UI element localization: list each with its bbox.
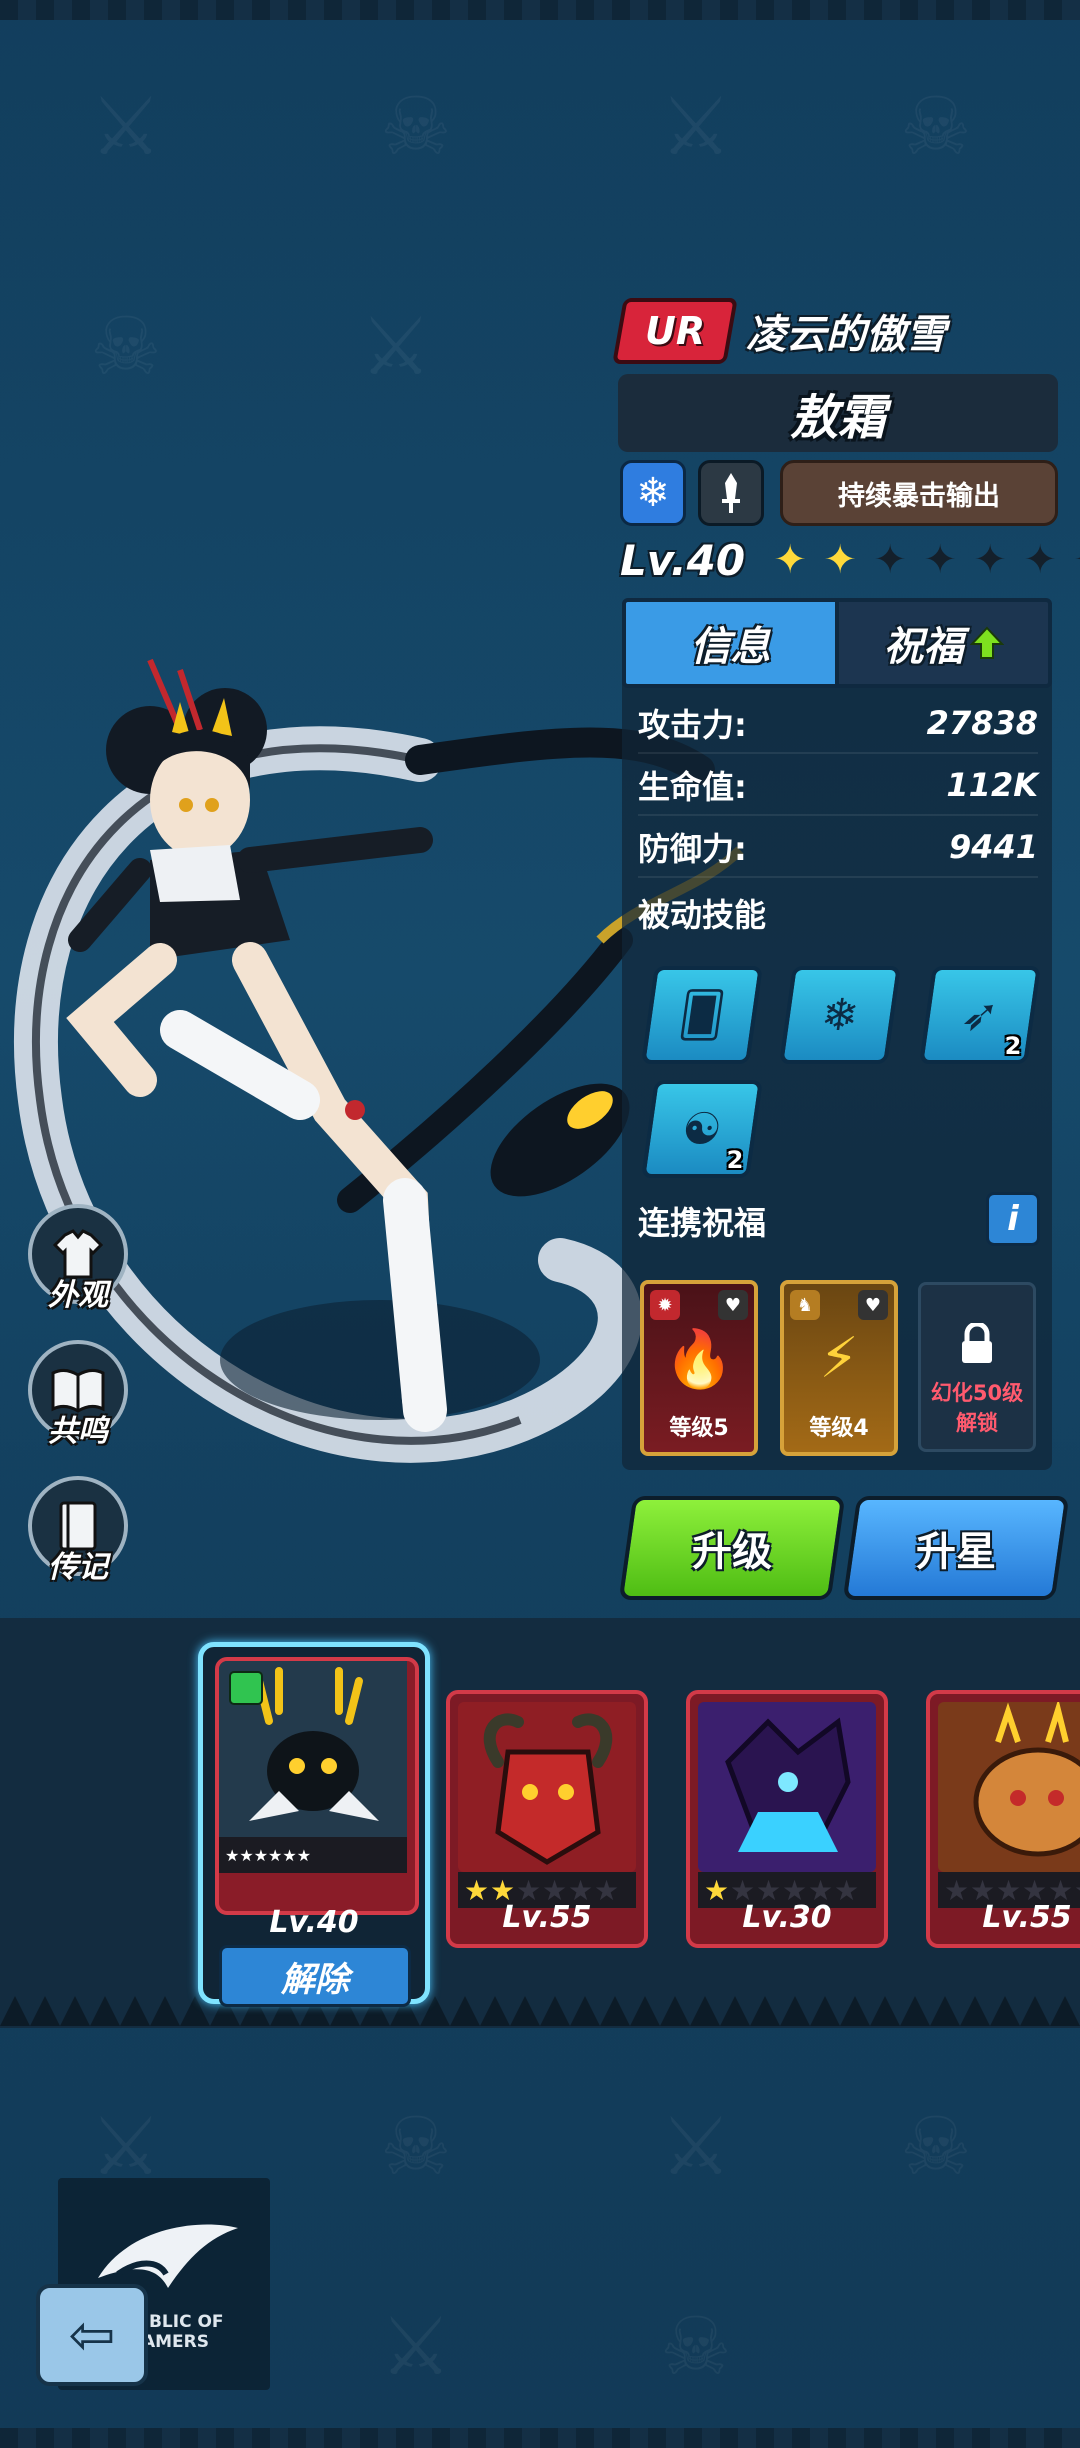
outfit-button[interactable]: 外观 [28, 1204, 128, 1314]
star-icon: ★ [268, 1845, 283, 1865]
bg-pattern-icon: ⚔ [90, 80, 162, 173]
resonance-label: 共鸣 [48, 1414, 108, 1449]
heart-badge-icon: ♥ [718, 1290, 748, 1320]
hero-title-row: UR 凌云的傲雪 [612, 298, 946, 364]
star-icon: ✦ [823, 537, 857, 583]
hero-title: 凌云的傲雪 [746, 312, 946, 358]
lightning-orb-icon: ⚡ [819, 1326, 859, 1391]
cards-icon[interactable]: 🂠 [641, 966, 763, 1064]
star-icon: ✦ [1065, 537, 1080, 583]
hero-name: 敖霜 [789, 390, 886, 446]
snowflake-icon: ❄ [620, 460, 686, 526]
team-badge-icon [229, 1671, 263, 1705]
biography-label: 传记 [48, 1550, 108, 1585]
resonance-button[interactable]: 共鸣 [28, 1340, 128, 1450]
pumpkin-beast-icon [938, 1702, 1080, 1872]
selected-pet-card[interactable]: ★ ★ ★ ★ ★ ★ Lv.40 解除 [198, 1642, 430, 2007]
blessing-card-fire[interactable]: ✹ ♥ 🔥 等级5 [640, 1280, 758, 1456]
bg-pattern-icon: ⚔ [380, 2300, 452, 2393]
star-icon: ✦ [973, 537, 1007, 583]
locked-blessing-slot[interactable]: 幻化50级 解锁 [918, 1282, 1036, 1452]
blessing-card-lightning[interactable]: ♞ ♥ ⚡ 等级4 [780, 1280, 898, 1456]
snowflake-icon[interactable]: ❄ [779, 966, 901, 1064]
pet-card[interactable]: ★★★★★★ Lv.55 [446, 1690, 648, 1948]
heart-badge-icon: ♥ [858, 1290, 888, 1320]
sword-icon [698, 460, 764, 526]
bg-pattern-icon: ☠ [380, 2100, 452, 2193]
lock-icon [962, 1323, 992, 1363]
stat-defense: 防御力: 9441 [638, 818, 1038, 878]
pet-card[interactable]: ★ ★ ★ ★ ★ ★ Lv.30 [686, 1690, 888, 1948]
top-border [0, 0, 1080, 20]
pet-star-rating: ★★★★★★ [219, 1837, 407, 1873]
star-rating: ✦✦✦✦✦✦✦ [765, 537, 1080, 583]
bg-pattern-icon: ⚔ [660, 80, 732, 173]
star-icon: ✦ [773, 537, 807, 583]
stat-hp: 生命值: 112K [638, 756, 1038, 816]
star-icon: ✦ [873, 537, 907, 583]
bg-pattern-icon: ☠ [900, 2100, 972, 2193]
passive-skills-title: 被动技能 [638, 896, 767, 934]
info-button[interactable]: i [986, 1192, 1040, 1246]
bg-pattern-icon: ☠ [90, 300, 162, 393]
star-up-button[interactable]: 升星 [842, 1496, 1070, 1600]
arrow-up-icon [969, 626, 1004, 659]
back-button[interactable]: ⇦ [36, 2284, 148, 2386]
bg-pattern-icon: ⚔ [660, 2100, 732, 2193]
back-arrow-icon: ⇦ [68, 2302, 116, 2368]
hero-name-box: 敖霜 [618, 374, 1058, 452]
tab-info[interactable]: 信息 [622, 598, 839, 688]
star-icon: ★ [225, 1845, 240, 1865]
tab-blessing[interactable]: 祝福 [839, 598, 1052, 688]
stat-attack: 攻击力: 27838 [638, 694, 1038, 754]
bg-pattern-icon: ☠ [380, 80, 452, 173]
star-icon: ✦ [923, 537, 957, 583]
bg-pattern-icon: ☠ [900, 80, 972, 173]
shadow-dragon-icon [698, 1702, 876, 1872]
demon-mask-icon [458, 1702, 636, 1872]
slash-icon[interactable]: ➶ 2 [919, 966, 1041, 1064]
bg-pattern-icon: ☠ [660, 2300, 732, 2393]
tab-bar: 信息 祝福 [622, 598, 1052, 688]
fire-spirit-icon: 🔥 [664, 1327, 734, 1392]
upgrade-button[interactable]: 升级 [618, 1496, 846, 1600]
bottom-border [0, 2428, 1080, 2448]
hero-level-row: Lv.40 ✦✦✦✦✦✦✦ [620, 532, 1080, 588]
star-icon: ★ [239, 1845, 254, 1865]
star-icon: ✦ [1023, 537, 1057, 583]
rarity-badge: UR [612, 298, 738, 364]
beast-badge-icon: ♞ [790, 1290, 820, 1320]
selected-pet-level: Lv.40 [269, 1905, 359, 1940]
sawtooth-divider [0, 1996, 1080, 2026]
combo-blessing-title: 连携祝福 [638, 1204, 767, 1242]
outfit-label: 外观 [48, 1278, 108, 1313]
dragon-icon[interactable]: ☯ 2 [641, 1080, 763, 1178]
bg-pattern-icon: ⚔ [360, 300, 432, 393]
star-icon: ★ [296, 1845, 312, 1865]
unequip-button[interactable]: 解除 [219, 1945, 411, 2007]
star-icon: ★ [253, 1845, 269, 1865]
star-icon: ★ [282, 1845, 297, 1865]
pet-card[interactable]: ★★★★★★ Lv.55 [926, 1690, 1080, 1948]
fire-badge-icon: ✹ [650, 1290, 680, 1320]
role-tag: 持续暴击输出 [780, 460, 1058, 526]
hero-level: Lv.40 [620, 535, 746, 585]
biography-button[interactable]: 传记 [28, 1476, 128, 1586]
